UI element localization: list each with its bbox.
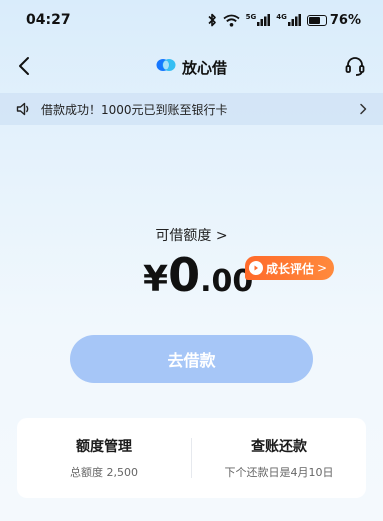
status-time: 04:27 xyxy=(26,12,71,28)
quota-management-title: 额度管理 xyxy=(76,439,132,455)
play-icon xyxy=(249,261,263,275)
wifi-icon xyxy=(223,14,240,27)
available-quota-link[interactable]: 可借额度 > xyxy=(0,225,383,245)
currency-symbol: ¥ xyxy=(143,259,169,300)
growth-badge-label: 成长评估 xyxy=(266,261,315,276)
notice-bar[interactable]: 借款成功！1000元已到账至银行卡 xyxy=(0,93,383,125)
quota-management-button[interactable]: 额度管理 总额度 2,500 xyxy=(17,418,191,498)
bill-repayment-button[interactable]: 查账还款 下个还款日是4月10日 xyxy=(192,418,366,498)
nav-bar: 放心借 xyxy=(0,44,383,90)
amount-integer: 0 xyxy=(168,248,201,302)
bill-repayment-title: 查账还款 xyxy=(251,439,307,455)
growth-assessment-badge[interactable]: 成长评估 > xyxy=(245,256,335,280)
battery-icon xyxy=(306,14,327,26)
status-bar: 04:27 5G 4G 76% xyxy=(0,0,383,40)
page-title: 放心借 xyxy=(181,58,227,77)
next-repayment-text: 下个还款日是4月10日 xyxy=(224,466,334,479)
brand: 放心借 xyxy=(156,57,227,78)
battery-percent: 76% xyxy=(329,12,361,28)
headset-icon xyxy=(345,57,365,76)
signal-4g-icon: 4G xyxy=(276,14,301,26)
speaker-icon xyxy=(16,102,29,116)
chevron-left-icon xyxy=(19,57,29,75)
notice-text: 借款成功！1000元已到账至银行卡 xyxy=(41,102,228,117)
growth-badge-arrow: > xyxy=(317,261,328,275)
customer-service-button[interactable] xyxy=(341,52,369,80)
chevron-right-icon xyxy=(360,103,367,115)
total-quota-text: 总额度 2,500 xyxy=(70,466,138,479)
brand-logo-icon xyxy=(156,57,176,77)
battery-indicator: 76% xyxy=(306,12,361,28)
bluetooth-icon xyxy=(207,13,217,27)
signal-5g-icon: 5G xyxy=(246,14,271,26)
account-card: 额度管理 总额度 2,500 查账还款 下个还款日是4月10日 xyxy=(17,418,366,498)
status-icons: 5G 4G 76% xyxy=(207,13,361,28)
back-button[interactable] xyxy=(10,52,38,80)
borrow-button[interactable]: 去借款 xyxy=(70,335,313,383)
available-amount: ¥ 0 .00 xyxy=(143,252,253,304)
